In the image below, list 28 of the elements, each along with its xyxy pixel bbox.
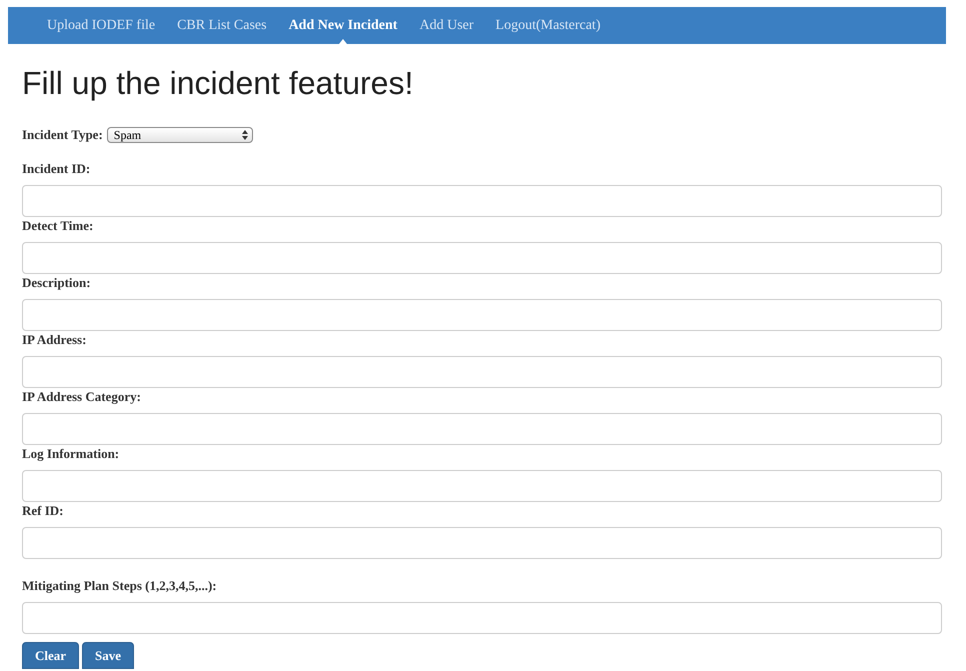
nav-link[interactable]: CBR List Cases xyxy=(170,7,274,44)
input-field[interactable] xyxy=(22,602,942,634)
active-indicator-icon xyxy=(339,39,348,44)
input-field[interactable] xyxy=(22,470,942,502)
input-field[interactable] xyxy=(22,242,942,274)
dropdown-arrows-icon xyxy=(242,130,248,140)
nav-link[interactable]: Upload IODEF file xyxy=(40,7,162,44)
field-label: Ref ID: xyxy=(22,504,65,518)
nav-link[interactable]: Add User xyxy=(412,7,481,44)
field-label: IP Address: xyxy=(22,333,88,347)
input-field[interactable] xyxy=(22,185,942,217)
nav-link[interactable]: Logout(Mastercat) xyxy=(488,7,608,44)
form-button[interactable]: Clear xyxy=(22,642,80,669)
field-label: Detect Time: xyxy=(22,219,94,233)
nav-link[interactable]: Add New Incident xyxy=(282,7,404,44)
field-label: Incident ID: xyxy=(22,162,92,176)
field-label: Log Information: xyxy=(22,447,120,461)
input-field[interactable] xyxy=(22,299,942,331)
form-button[interactable]: Save xyxy=(82,642,134,669)
field-label: IP Address Category: xyxy=(22,390,142,404)
field-label: Description: xyxy=(22,276,92,290)
input-field[interactable] xyxy=(22,527,942,559)
input-field[interactable] xyxy=(22,356,942,388)
page-heading: Fill up the incident features! xyxy=(22,64,414,103)
field-label: Incident Type: xyxy=(22,127,103,143)
input-field[interactable] xyxy=(22,413,942,445)
field-label: Mitigating Plan Steps (1,2,3,4,5,...): xyxy=(22,579,218,593)
type-dropdown[interactable]: Spam xyxy=(106,127,253,143)
